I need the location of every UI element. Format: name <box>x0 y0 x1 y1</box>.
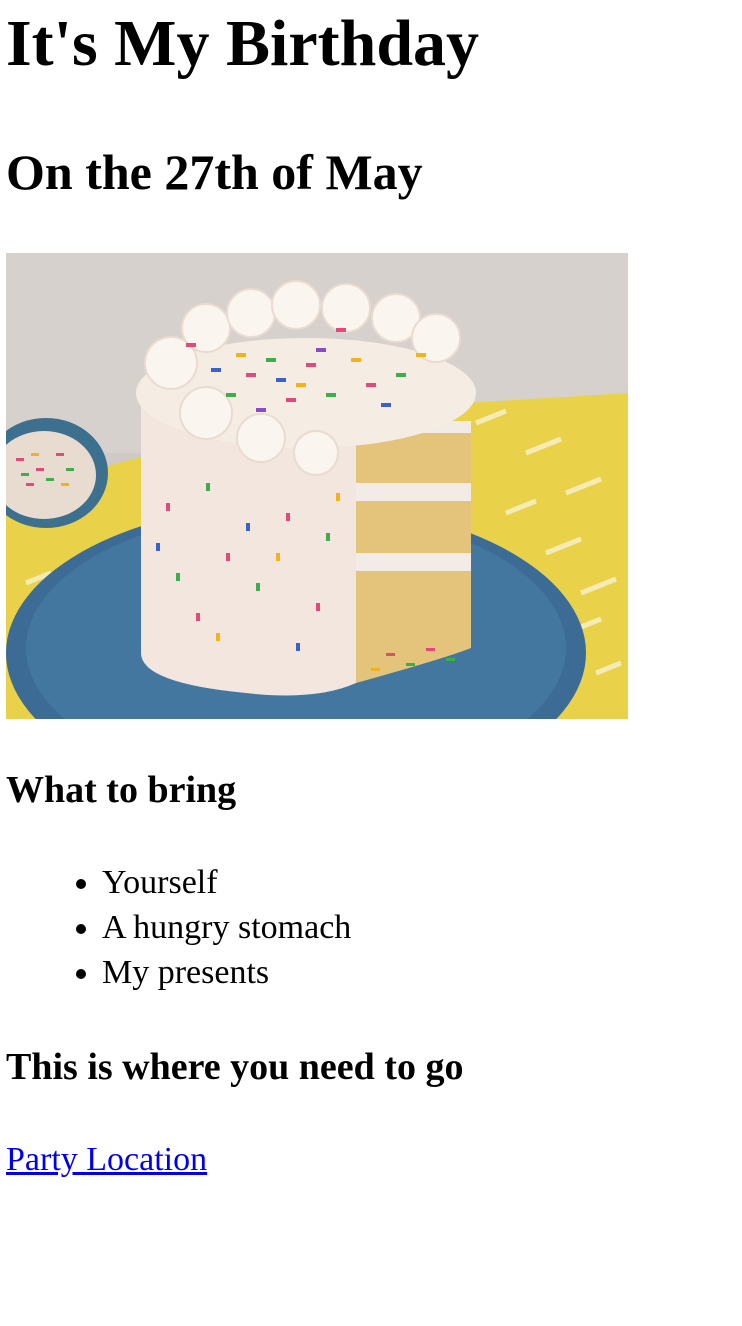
list-item: My presents <box>102 950 351 995</box>
bring-list: Yourself A hungry stomach My presents <box>6 860 351 995</box>
list-item: Yourself <box>102 860 351 905</box>
birthday-cake-image <box>6 253 628 719</box>
location-heading: This is where you need to go <box>6 1046 464 1088</box>
bring-heading: What to bring <box>6 769 237 811</box>
page-title: It's My Birthday <box>6 7 480 80</box>
list-item: A hungry stomach <box>102 905 351 950</box>
party-location-link[interactable]: Party Location <box>6 1137 207 1182</box>
cake-illustration <box>6 253 628 719</box>
page-subtitle: On the 27th of May <box>6 144 423 200</box>
